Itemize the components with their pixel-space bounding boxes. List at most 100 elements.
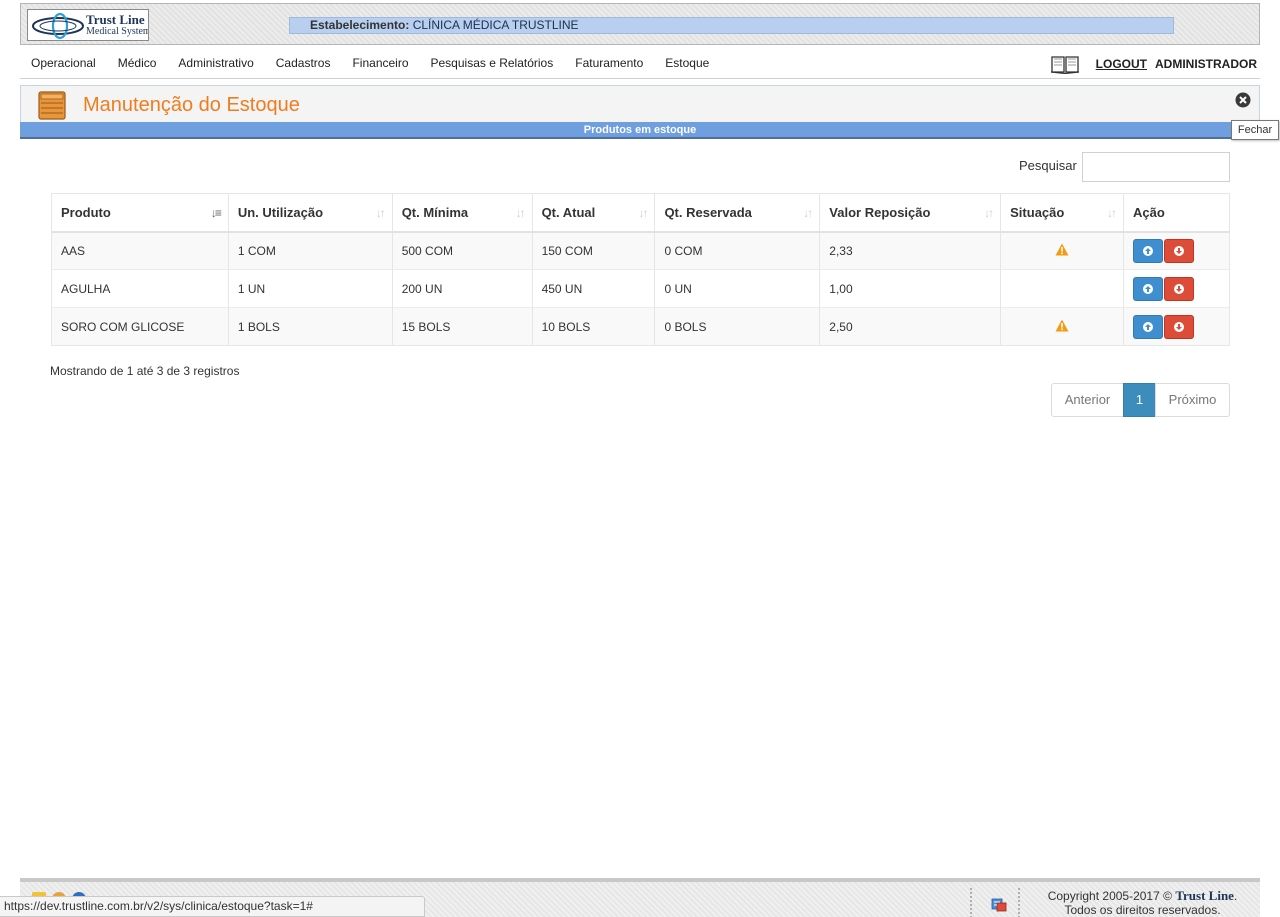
copyright-prefix: Copyright 2005-2017 © <box>1047 889 1172 903</box>
cell-situacao <box>1000 269 1124 308</box>
arrow-up-circle-icon <box>1143 283 1154 294</box>
cell-produto: AAS <box>51 231 229 270</box>
menu-estoque[interactable]: Estoque <box>654 56 720 70</box>
cell-qt-reservada: 0 UN <box>654 269 820 308</box>
rights-text: Todos os direitos reservados. <box>1064 903 1221 917</box>
search-input[interactable] <box>1082 152 1230 182</box>
logout-link[interactable]: LOGOUT <box>1096 57 1147 71</box>
records-info: Mostrando de 1 até 3 de 3 registros <box>50 364 240 378</box>
warning-icon <box>1055 243 1069 256</box>
trustline-logo[interactable]: Trust Line Medical System <box>27 9 149 41</box>
cell-valor-reposicao: 1,00 <box>819 269 1001 308</box>
col-qt-atual-label: Qt. Atual <box>541 204 596 220</box>
stock-exit-button[interactable] <box>1164 314 1195 339</box>
col-un-utilizacao[interactable]: Un. Utilização ↓↑ <box>227 193 393 233</box>
col-qt-reservada[interactable]: Qt. Reservada ↓↑ <box>654 193 820 233</box>
cell-valor-reposicao: 2,50 <box>819 307 1001 346</box>
stock-entry-button[interactable] <box>1133 314 1164 339</box>
cell-qt-minima: 500 COM <box>391 231 533 270</box>
col-qt-reservada-label: Qt. Reservada <box>664 204 752 220</box>
cell-un-utilizacao: 1 BOLS <box>227 307 393 346</box>
stock-entry-button[interactable] <box>1133 238 1164 263</box>
stock-exit-button[interactable] <box>1164 276 1195 301</box>
sort-asc-icon: ↓≡ <box>210 206 222 220</box>
menu-faturamento[interactable]: Faturamento <box>564 56 654 70</box>
footer-divider <box>970 888 974 917</box>
cell-qt-atual: 450 UN <box>531 269 655 308</box>
page-1-button[interactable]: 1 <box>1123 383 1156 417</box>
tools-icon[interactable] <box>991 896 1007 912</box>
menu-cadastros[interactable]: Cadastros <box>265 56 342 70</box>
table-header-row: Produto ↓≡ Un. Utilização ↓↑ Qt. Mínima ↓↑ … <box>51 193 1230 233</box>
cell-qt-minima: 15 BOLS <box>391 307 533 346</box>
sort-icon: ↓↑ <box>515 206 526 220</box>
menu-pesquisas-relatorios[interactable]: Pesquisas e Relatórios <box>420 56 565 70</box>
cell-situacao <box>1000 231 1124 270</box>
table-row: SORO COM GLICOSE 1 BOLS 15 BOLS 10 BOLS … <box>51 307 1230 346</box>
stock-exit-button[interactable] <box>1164 238 1195 263</box>
user-area: LOGOUT ADMINISTRADOR <box>1050 54 1257 74</box>
main-menu: Operacional Médico Administrativo Cadast… <box>20 48 1260 79</box>
page-title: Manutenção do Estoque <box>83 94 300 116</box>
col-acao: Ação <box>1123 193 1230 233</box>
panel-subtitle-strip: Produtos em estoque <box>20 122 1260 139</box>
establishment-value: CLÍNICA MÉDICA TRUSTLINE <box>412 18 579 32</box>
cell-qt-reservada: 0 BOLS <box>654 307 820 346</box>
arrow-down-circle-icon <box>1174 321 1185 332</box>
stock-table: Produto ↓≡ Un. Utilização ↓↑ Qt. Mínima ↓↑ … <box>51 193 1230 346</box>
footer-brand: Trust Line <box>1175 888 1234 903</box>
col-un-utilizacao-label: Un. Utilização <box>237 204 324 220</box>
establishment-bar: Estabelecimento: CLÍNICA MÉDICA TRUSTLIN… <box>289 17 1174 34</box>
sort-icon: ↓↑ <box>375 206 386 220</box>
cell-qt-atual: 150 COM <box>531 231 655 270</box>
menu-administrativo[interactable]: Administrativo <box>167 56 264 70</box>
stock-entry-button[interactable] <box>1133 276 1164 301</box>
table-row: AGULHA 1 UN 200 UN 450 UN 0 UN 1,00 <box>51 269 1230 308</box>
col-produto[interactable]: Produto ↓≡ <box>51 193 229 233</box>
cell-produto: AGULHA <box>51 269 229 308</box>
menu-medico[interactable]: Médico <box>107 56 168 70</box>
cell-qt-minima: 200 UN <box>391 269 533 308</box>
logo-text-sub: Medical System <box>86 26 149 37</box>
cell-qt-reservada: 0 COM <box>654 231 820 270</box>
previous-page-button[interactable]: Anterior <box>1051 383 1124 417</box>
cell-un-utilizacao: 1 UN <box>227 269 393 308</box>
establishment-label: Estabelecimento: <box>310 18 410 32</box>
sort-icon: ↓↑ <box>803 206 813 220</box>
menu-operacional[interactable]: Operacional <box>20 56 107 70</box>
menu-financeiro[interactable]: Financeiro <box>341 56 419 70</box>
cell-qt-atual: 10 BOLS <box>531 307 655 346</box>
cell-situacao <box>1000 307 1124 346</box>
cell-acao <box>1123 307 1230 346</box>
pagination: Anterior 1 Próximo <box>1051 383 1230 417</box>
cell-valor-reposicao: 2,33 <box>819 231 1001 270</box>
next-page-button[interactable]: Próximo <box>1155 383 1230 417</box>
cell-acao <box>1123 231 1230 270</box>
cell-produto: SORO COM GLICOSE <box>51 307 229 346</box>
sort-icon: ↓↑ <box>638 206 648 220</box>
panel-header: Manutenção do Estoque <box>20 85 1260 123</box>
cell-acao <box>1123 269 1230 308</box>
col-situacao-label: Situação <box>1010 204 1065 220</box>
arrow-up-circle-icon <box>1143 321 1154 332</box>
footer-divider <box>1018 888 1022 917</box>
table-row: AAS 1 COM 500 COM 150 COM 0 COM 2,33 <box>51 231 1230 270</box>
col-acao-label: Ação <box>1133 204 1165 220</box>
col-valor-reposicao[interactable]: Valor Reposição ↓↑ <box>819 193 1001 233</box>
arrow-down-circle-icon <box>1174 245 1185 256</box>
manual-book-icon[interactable] <box>1050 54 1080 74</box>
cell-un-utilizacao: 1 COM <box>227 231 393 270</box>
col-qt-minima[interactable]: Qt. Mínima ↓↑ <box>391 193 533 233</box>
top-header: Trust Line Medical System Estabeleciment… <box>20 3 1260 45</box>
search-label: Pesquisar <box>1019 158 1077 173</box>
close-icon[interactable] <box>1235 92 1251 108</box>
browser-status-url: https://dev.trustline.com.br/v2/sys/clin… <box>0 896 425 917</box>
col-situacao[interactable]: Situação ↓↑ <box>1000 193 1124 233</box>
warning-icon <box>1055 319 1069 331</box>
col-qt-atual[interactable]: Qt. Atual ↓↑ <box>531 193 655 233</box>
stock-box-icon <box>38 91 66 120</box>
arrow-up-circle-icon <box>1143 245 1154 256</box>
sort-icon: ↓↑ <box>1107 206 1117 220</box>
col-valor-reposicao-label: Valor Reposição <box>829 204 931 220</box>
copyright: Copyright 2005-2017 © Trust Line. Todos … <box>1047 888 1238 917</box>
